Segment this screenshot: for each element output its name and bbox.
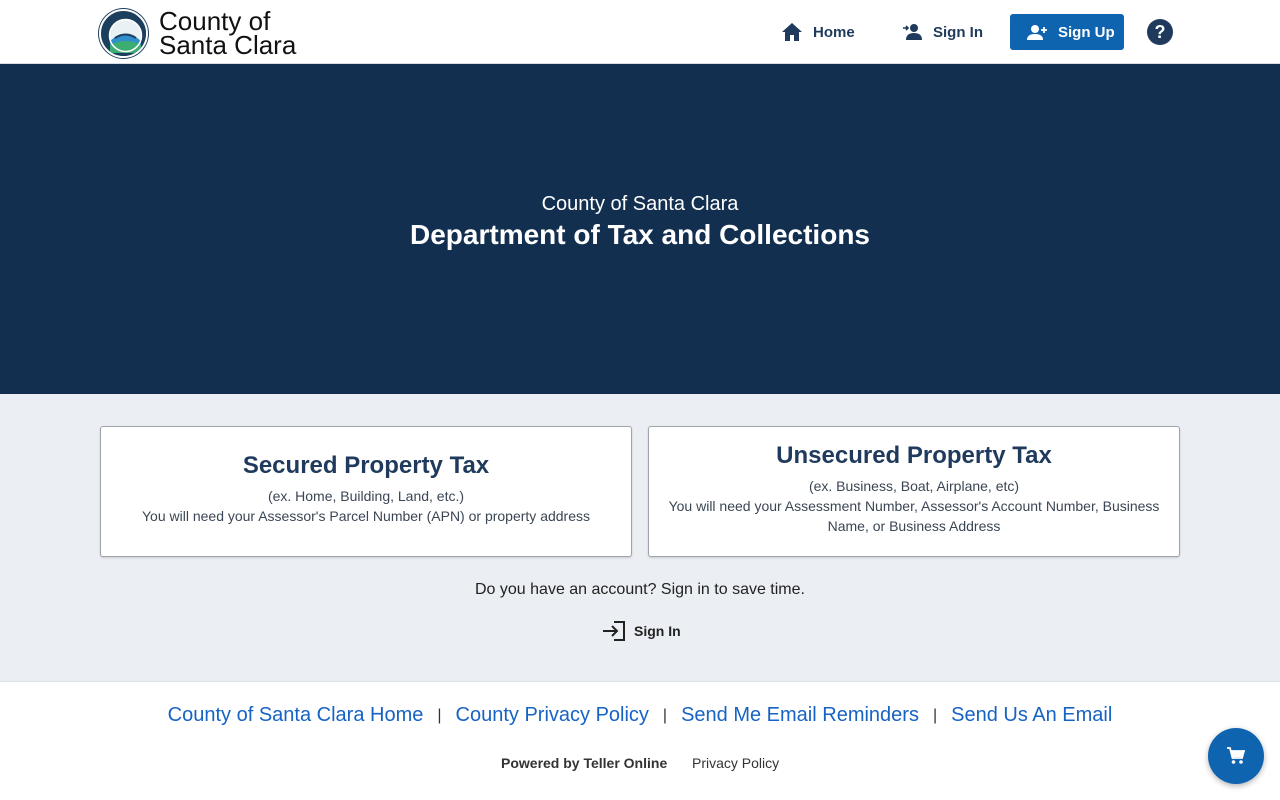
account-sign-in-link[interactable]: Sign In — [602, 619, 681, 643]
footer-link-county-home[interactable]: County of Santa Clara Home — [168, 704, 424, 727]
county-seal-icon — [99, 8, 148, 58]
unsecured-property-tax-card[interactable]: Unsecured Property Tax (ex. Business, Bo… — [648, 426, 1180, 557]
footer-link-send-email[interactable]: Send Us An Email — [951, 704, 1112, 727]
powered-by-text: Powered by Teller Online — [501, 755, 668, 771]
card-example: (ex. Home, Building, Land, etc.) — [267, 488, 465, 504]
sign-up-label: Sign Up — [1058, 23, 1115, 41]
card-description: (ex. Business, Boat, Airplane, etc) You … — [649, 476, 1179, 536]
hero-subtitle: County of Santa Clara — [541, 193, 739, 215]
secured-property-tax-card[interactable]: Secured Property Tax (ex. Home, Building… — [100, 426, 632, 557]
help-icon[interactable]: ? — [1147, 19, 1173, 45]
footer-links: County of Santa Clara Home | County Priv… — [0, 704, 1280, 727]
sign-up-button[interactable]: Sign Up — [1010, 14, 1124, 50]
logo-text: County of Santa Clara — [159, 8, 297, 60]
card-example: (ex. Business, Boat, Airplane, etc) — [808, 478, 1020, 494]
card-description: (ex. Home, Building, Land, etc.) You wil… — [101, 486, 631, 526]
person-add-icon — [1027, 24, 1047, 40]
card-requirement: You will need your Assessor's Parcel Num… — [141, 508, 590, 524]
logo-line-2: Santa Clara — [159, 30, 297, 60]
main-content: Secured Property Tax (ex. Home, Building… — [0, 394, 1280, 682]
card-title: Unsecured Property Tax — [776, 442, 1052, 469]
nav-home-label: Home — [813, 23, 855, 41]
footer-separator: | — [437, 706, 442, 724]
site-header: County of Santa Clara Home Sign In Sign … — [0, 0, 1280, 64]
footer-link-email-reminders[interactable]: Send Me Email Reminders — [681, 704, 919, 727]
hero-title: Department of Tax and Collections — [410, 219, 870, 250]
nav-sign-in-label: Sign In — [933, 23, 983, 41]
cart-icon — [1227, 747, 1246, 764]
nav-sign-in-link[interactable]: Sign In — [902, 14, 983, 50]
footer-link-privacy-policy[interactable]: County Privacy Policy — [456, 704, 649, 727]
cart-button[interactable] — [1208, 728, 1264, 784]
card-requirement: You will need your Assessment Number, As… — [668, 498, 1160, 534]
nav-home-link[interactable]: Home — [781, 14, 855, 50]
account-sign-in-label: Sign In — [634, 623, 681, 639]
home-icon — [782, 23, 802, 41]
hero-banner: County of Santa Clara Department of Tax … — [0, 64, 1280, 394]
card-title: Secured Property Tax — [242, 452, 490, 479]
footer-separator: | — [932, 706, 938, 724]
account-prompt: Do you have an account? Sign in to save … — [475, 581, 805, 598]
login-icon — [603, 621, 625, 641]
person-icon — [903, 24, 922, 40]
teller-privacy-link[interactable]: Privacy Policy — [692, 755, 779, 771]
county-logo[interactable]: County of Santa Clara — [99, 8, 301, 58]
footer-separator: | — [662, 706, 668, 724]
